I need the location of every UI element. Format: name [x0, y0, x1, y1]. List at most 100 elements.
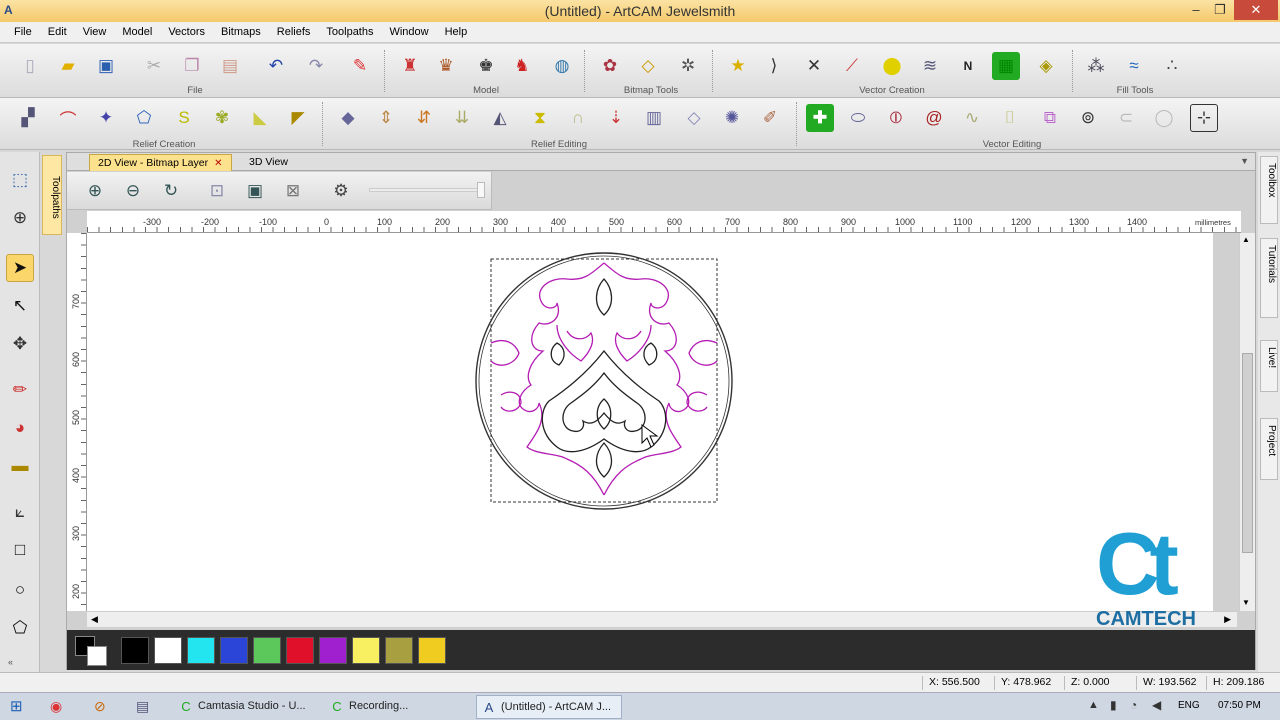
- swatch-gold[interactable]: [418, 637, 446, 664]
- swatch-olive[interactable]: [385, 637, 413, 664]
- model-icon-3[interactable]: ♚: [472, 52, 500, 80]
- vertical-scroll-thumb[interactable]: [1242, 353, 1253, 553]
- menu-window[interactable]: Window: [381, 22, 436, 38]
- vector-edit-icon-2[interactable]: ⦶: [882, 104, 910, 132]
- bitmap-tool-icon-1[interactable]: ✿: [596, 52, 624, 80]
- vector-edit-icon-5[interactable]: ⌷: [996, 104, 1024, 132]
- swatch-green[interactable]: [253, 637, 281, 664]
- swatch-cyan[interactable]: [187, 637, 215, 664]
- relief-edit-icon-11[interactable]: ✺: [718, 104, 746, 132]
- fill-pattern-icon-1[interactable]: ⁂: [1082, 52, 1110, 80]
- vector-edit-icon-4[interactable]: ∿: [958, 104, 986, 132]
- open-folder-icon[interactable]: ▰: [54, 52, 82, 80]
- vector-cross-icon[interactable]: ✕: [800, 52, 828, 80]
- side-tab-toolbox[interactable]: Toolbox: [1260, 156, 1278, 224]
- relief-create-icon-3[interactable]: ✦: [92, 104, 120, 132]
- task-artcam[interactable]: A (Untitled) - ArtCAM J...: [476, 695, 622, 719]
- relief-edit-icon-2[interactable]: ⇕: [372, 104, 400, 132]
- fit-to-view-icon[interactable]: ⊹: [1190, 104, 1218, 132]
- select-arrow-icon[interactable]: ➤: [6, 254, 34, 282]
- relief-edit-icon-10[interactable]: ◇: [680, 104, 708, 132]
- relief-create-icon-4[interactable]: ⬠: [130, 104, 158, 132]
- relief-create-icon-1[interactable]: ▞: [14, 104, 42, 132]
- model-icon-1[interactable]: ♜: [396, 52, 424, 80]
- vector-layers-icon[interactable]: ≋: [916, 52, 944, 80]
- tray-language[interactable]: ENG: [1178, 700, 1200, 711]
- tab-3d-view[interactable]: 3D View: [241, 154, 296, 171]
- task-camtasia[interactable]: C Camtasia Studio - U...: [174, 695, 318, 719]
- relief-edit-icon-12[interactable]: ✐: [756, 104, 784, 132]
- polyline-icon[interactable]: ⟀: [6, 498, 34, 526]
- copy-icon[interactable]: ❐: [178, 52, 206, 80]
- vector-edit-icon-3[interactable]: @: [920, 104, 948, 132]
- tab-close-icon[interactable]: ✕: [214, 158, 222, 169]
- relief-edit-icon-7[interactable]: ∩: [564, 104, 592, 132]
- save-icon[interactable]: ▣: [92, 52, 120, 80]
- globe-icon[interactable]: ◍: [548, 52, 576, 80]
- swatch-light-yellow[interactable]: [352, 637, 380, 664]
- swatch-black[interactable]: [121, 637, 149, 664]
- view-settings-gear-icon[interactable]: ⚙: [327, 177, 355, 205]
- drawing-canvas[interactable]: [87, 233, 1213, 611]
- menu-file[interactable]: File: [0, 22, 40, 38]
- menu-help[interactable]: Help: [437, 22, 476, 38]
- nesting-icon[interactable]: N: [954, 52, 982, 80]
- inner-circle-vector[interactable]: [478, 255, 730, 507]
- relief-edit-icon-6[interactable]: ⧗: [526, 104, 554, 132]
- menu-vectors[interactable]: Vectors: [160, 22, 213, 38]
- view-opacity-slider[interactable]: [369, 188, 485, 192]
- node-edit-icon[interactable]: ↖: [6, 292, 34, 320]
- horizontal-scrollbar[interactable]: ◀ ▶: [87, 611, 1237, 627]
- relief-edit-icon-1[interactable]: ◆: [334, 104, 362, 132]
- rectangle-icon[interactable]: □: [6, 536, 34, 564]
- bitmap-tool-icon-3[interactable]: ✲: [674, 52, 702, 80]
- move-icon[interactable]: ✥: [6, 330, 34, 358]
- side-tab-tutorials[interactable]: Tutorials: [1260, 238, 1278, 318]
- vector-edit-icon-6[interactable]: ⧉: [1036, 104, 1064, 132]
- fill-bucket-icon[interactable]: ◕: [6, 414, 34, 442]
- menu-view[interactable]: View: [75, 22, 115, 38]
- scroll-up-icon[interactable]: ▲: [1242, 235, 1250, 244]
- relief-edit-icon-4[interactable]: ⇊: [448, 104, 476, 132]
- swatch-red[interactable]: [286, 637, 314, 664]
- undo-icon[interactable]: ↶: [262, 52, 290, 80]
- model-icon-2[interactable]: ♛: [432, 52, 460, 80]
- side-tab-project[interactable]: Project: [1260, 418, 1278, 480]
- tray-clock[interactable]: 07:50 PM: [1218, 700, 1261, 711]
- vector-shape-icon[interactable]: ⬤: [878, 52, 906, 80]
- side-tab-live[interactable]: Live!: [1260, 340, 1278, 392]
- bitmap-tool-icon-2[interactable]: ◇: [634, 52, 662, 80]
- vector-edit-icon-1[interactable]: ⬭: [844, 104, 872, 132]
- outer-circle-vector[interactable]: [475, 252, 733, 510]
- menu-bitmaps[interactable]: Bitmaps: [213, 22, 269, 38]
- zoom-fit-icon[interactable]: ⊠: [279, 177, 307, 205]
- scroll-left-icon[interactable]: ◀: [91, 614, 98, 625]
- secondary-color-swatch[interactable]: [87, 646, 107, 666]
- relief-edit-icon-5[interactable]: ◭: [486, 104, 514, 132]
- zoom-selection-icon[interactable]: ⊡: [203, 177, 231, 205]
- vector-text-icon[interactable]: ▦: [992, 52, 1020, 80]
- redo-icon[interactable]: ↷: [302, 52, 330, 80]
- vertical-scrollbar[interactable]: ▲ ▼: [1239, 233, 1255, 611]
- tabs-dropdown-icon[interactable]: ▼: [1240, 156, 1249, 166]
- app-icon-circle[interactable]: ⊘: [94, 698, 106, 715]
- task-recording[interactable]: C Recording...: [325, 695, 467, 719]
- fill-pattern-icon-3[interactable]: ∴: [1158, 52, 1186, 80]
- zoom-previous-icon[interactable]: ↻: [157, 177, 185, 205]
- swatch-purple[interactable]: [319, 637, 347, 664]
- ornament-magenta-vector[interactable]: [490, 262, 718, 496]
- start-windows-icon[interactable]: ⊞: [10, 697, 23, 715]
- circle-icon[interactable]: ○: [6, 576, 34, 604]
- pencil-icon[interactable]: ✏: [6, 376, 34, 404]
- relief-edit-icon-9[interactable]: ▥: [640, 104, 668, 132]
- relief-edit-icon-3[interactable]: ⇵: [410, 104, 438, 132]
- vector-edit-icon-7[interactable]: ⊚: [1074, 104, 1102, 132]
- menu-edit[interactable]: Edit: [40, 22, 75, 38]
- relief-create-icon-6[interactable]: ✾: [208, 104, 236, 132]
- relief-create-icon-5[interactable]: S: [170, 104, 198, 132]
- vector-star-icon[interactable]: ★: [724, 52, 752, 80]
- menu-model[interactable]: Model: [114, 22, 160, 38]
- vector-edit-icon-8[interactable]: ⊂: [1112, 104, 1140, 132]
- strip-expand-icon[interactable]: «: [8, 657, 13, 667]
- tab-2d-view[interactable]: 2D View - Bitmap Layer ✕: [89, 154, 232, 171]
